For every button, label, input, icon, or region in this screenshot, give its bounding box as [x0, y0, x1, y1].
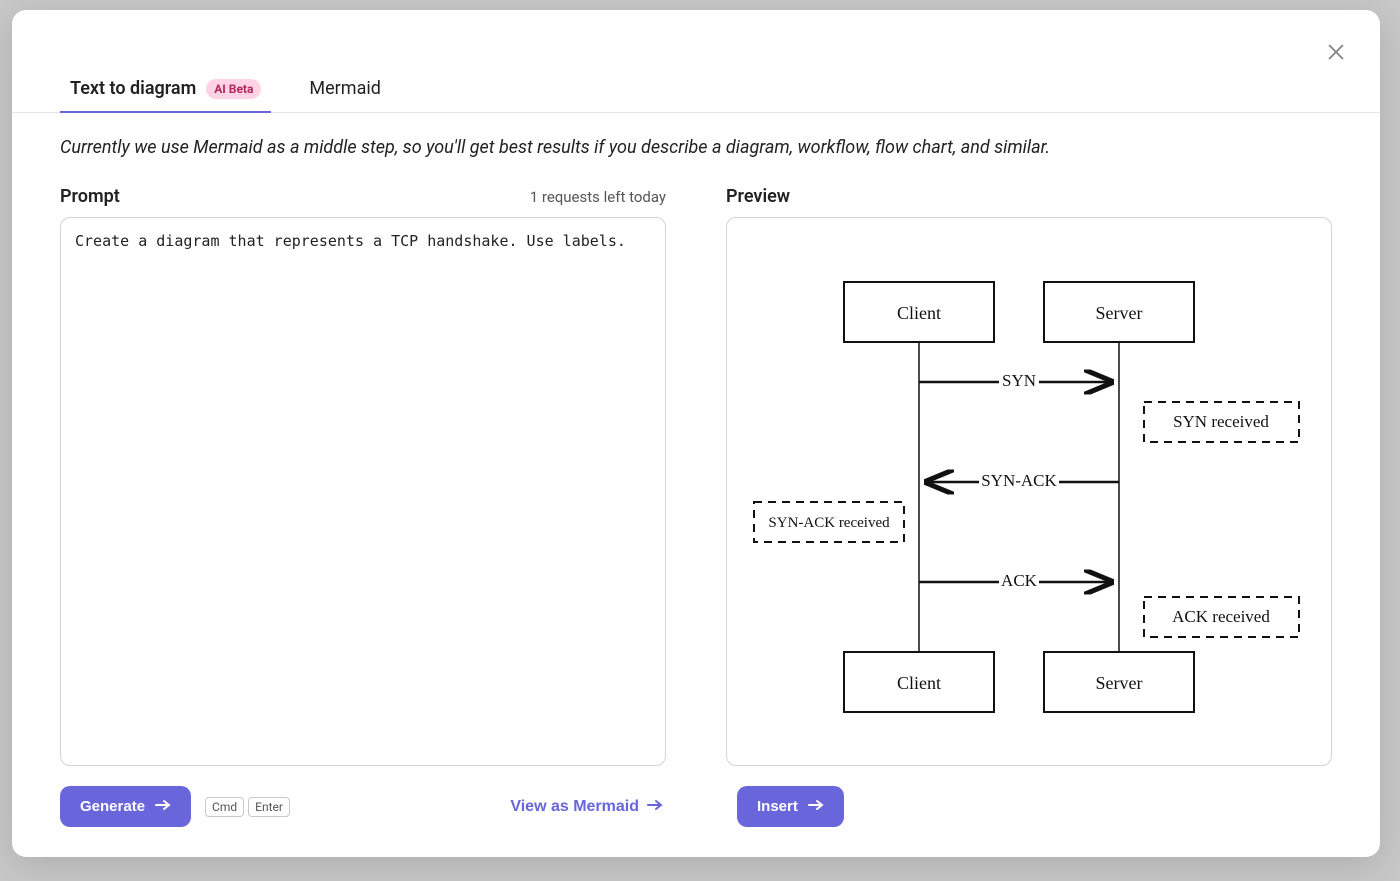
requests-left: 1 requests left today [530, 188, 666, 206]
content-area: Prompt 1 requests left today Preview [12, 158, 1380, 766]
syn-ack-label: SYN-ACK [981, 471, 1057, 490]
hint-text: Currently we use Mermaid as a middle ste… [12, 113, 1380, 158]
syn-ack-received-label: SYN-ACK received [768, 515, 890, 531]
ai-beta-badge: AI Beta [206, 79, 261, 99]
arrow-right-icon [808, 798, 824, 815]
close-button[interactable] [1322, 38, 1350, 66]
arrow-right-icon [647, 798, 663, 816]
server-bottom-label: Server [1096, 673, 1143, 693]
prompt-input[interactable] [60, 217, 666, 766]
shortcut-hint: Cmd Enter [205, 797, 290, 817]
action-bar: Generate Cmd Enter View as Mermaid Inser… [12, 766, 1380, 857]
syn-label: SYN [1002, 371, 1036, 390]
generate-button[interactable]: Generate [60, 786, 191, 827]
tab-mermaid[interactable]: Mermaid [299, 66, 390, 113]
client-bottom-label: Client [897, 673, 941, 693]
tab-bar: Text to diagram AI Beta Mermaid [12, 66, 1380, 113]
prompt-column: Prompt 1 requests left today [60, 186, 666, 766]
preview-canvas: Client Server SYN SYN received [726, 217, 1332, 766]
kbd-cmd: Cmd [205, 797, 244, 817]
insert-label: Insert [757, 798, 798, 815]
arrow-right-icon [155, 798, 171, 815]
ack-received-label: ACK received [1172, 607, 1270, 626]
tab-text-to-diagram[interactable]: Text to diagram AI Beta [60, 66, 271, 113]
prompt-label: Prompt [60, 186, 120, 207]
sequence-diagram: Client Server SYN SYN received [749, 262, 1309, 722]
tab-label: Mermaid [309, 78, 380, 99]
server-label: Server [1096, 303, 1143, 323]
tab-label: Text to diagram [70, 78, 196, 99]
view-as-mermaid-label: View as Mermaid [510, 798, 639, 816]
ack-label: ACK [1001, 571, 1038, 590]
client-label: Client [897, 303, 941, 323]
close-icon [1325, 41, 1347, 63]
preview-label: Preview [726, 186, 790, 207]
preview-column: Preview Client Server [726, 186, 1332, 766]
insert-button[interactable]: Insert [737, 786, 844, 827]
generate-label: Generate [80, 798, 145, 815]
syn-received-label: SYN received [1173, 412, 1269, 431]
prompt-header: Prompt 1 requests left today [60, 186, 666, 207]
view-as-mermaid-link[interactable]: View as Mermaid [510, 798, 663, 816]
diagram-modal: Text to diagram AI Beta Mermaid Currentl… [12, 10, 1380, 857]
kbd-enter: Enter [248, 797, 290, 817]
preview-header: Preview [726, 186, 1332, 207]
